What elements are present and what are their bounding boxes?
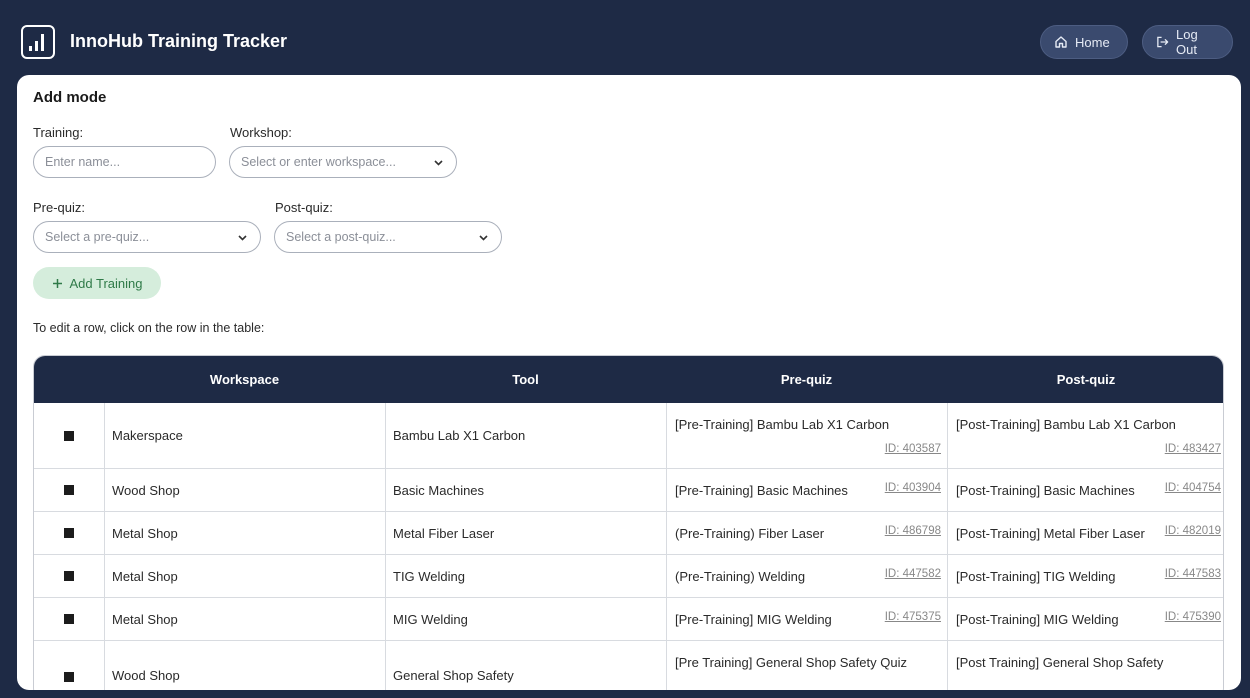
tool-cell: General Shop Safety (393, 668, 514, 683)
prequiz-id[interactable]: ID: 403587 (885, 443, 941, 455)
workshop-select[interactable]: Select or enter workspace... (229, 146, 457, 178)
workspace-cell: Metal Shop (112, 526, 178, 541)
training-name-input[interactable]: Enter name... (33, 146, 216, 178)
tool-cell: Basic Machines (393, 483, 485, 498)
tool-cell: TIG Welding (393, 569, 466, 584)
postquiz-id[interactable]: ID: 482019 (1165, 525, 1221, 537)
main-card: Add mode Training: Enter name... Worksho… (17, 75, 1241, 690)
row-checkbox[interactable] (64, 614, 74, 624)
table-header: Workspace Tool Pre-quiz Post-quiz (34, 356, 1223, 403)
workspace-cell: Wood Shop (112, 483, 180, 498)
logout-label: Log Out (1176, 27, 1198, 57)
prequiz-cell: [Pre Training] General Shop Safety Quiz (675, 655, 907, 670)
table-row[interactable]: Wood Shop General Shop Safety [Pre Train… (34, 641, 1223, 690)
prequiz-id[interactable]: ID: 447582 (885, 568, 941, 580)
postquiz-id[interactable]: ID: 447583 (1165, 568, 1221, 580)
postquiz-placeholder: Select a post-quiz... (286, 230, 396, 244)
prequiz-cell: [Pre-Training] MIG Welding (675, 612, 832, 627)
training-label: Training: (33, 125, 84, 140)
prequiz-cell: (Pre-Training) Fiber Laser (675, 526, 825, 541)
row-checkbox[interactable] (64, 571, 74, 581)
prequiz-cell: [Pre-Training] Bambu Lab X1 Carbon (675, 417, 890, 432)
table-row[interactable]: Metal Shop Metal Fiber Laser (Pre-Traini… (34, 512, 1223, 555)
table-row[interactable]: Metal Shop MIG Welding [Pre-Training] MI… (34, 598, 1223, 641)
tool-cell: MIG Welding (393, 612, 468, 627)
logout-button[interactable]: Log Out (1142, 25, 1233, 59)
add-training-label: Add Training (69, 275, 143, 291)
postquiz-cell: [Post Training] General Shop Safety (956, 655, 1164, 670)
add-training-button[interactable]: Add Training (33, 267, 161, 299)
table-row[interactable]: Metal Shop TIG Welding (Pre-Training) We… (34, 555, 1223, 598)
edit-hint: To edit a row, click on the row in the t… (33, 321, 265, 335)
postquiz-cell: [Post-Training] Metal Fiber Laser (956, 526, 1145, 541)
prequiz-label: Pre-quiz: (33, 200, 86, 215)
tool-cell: Metal Fiber Laser (393, 526, 495, 541)
row-checkbox[interactable] (64, 672, 74, 682)
column-header-tool: Tool (512, 372, 539, 387)
workshop-label: Workshop: (230, 125, 292, 140)
table-row[interactable]: Makerspace Bambu Lab X1 Carbon [Pre-Trai… (34, 403, 1223, 469)
postquiz-label: Post-quiz: (275, 200, 333, 215)
row-checkbox[interactable] (64, 431, 74, 441)
trainings-table: Workspace Tool Pre-quiz Post-quiz Makers… (33, 355, 1224, 690)
row-checkbox[interactable] (64, 485, 74, 495)
prequiz-select[interactable]: Select a pre-quiz... (33, 221, 261, 253)
postquiz-id[interactable]: ID: 483427 (1165, 443, 1221, 455)
mode-title: Add mode (33, 89, 107, 106)
prequiz-id[interactable]: ID: 403904 (885, 482, 941, 494)
postquiz-cell: [Post-Training] Bambu Lab X1 Carbon (956, 417, 1176, 432)
plus-icon (52, 278, 62, 288)
tool-cell: Bambu Lab X1 Carbon (393, 428, 526, 443)
column-header-prequiz: Pre-quiz (780, 372, 833, 387)
postquiz-cell: [Post-Training] MIG Welding (956, 612, 1119, 627)
prequiz-cell: (Pre-Training) Welding (675, 569, 806, 584)
postquiz-cell: [Post-Training] Basic Machines (956, 483, 1135, 498)
postquiz-id[interactable]: ID: 404754 (1165, 482, 1221, 494)
table-row[interactable]: Wood Shop Basic Machines [Pre-Training] … (34, 469, 1223, 512)
workspace-cell: Wood Shop (112, 668, 180, 683)
home-button[interactable]: Home (1040, 25, 1128, 59)
prequiz-id[interactable]: ID: 486798 (885, 525, 941, 537)
workspace-cell: Metal Shop (112, 569, 178, 584)
workshop-placeholder: Select or enter workspace... (241, 155, 396, 169)
home-label: Home (1075, 34, 1110, 50)
prequiz-id[interactable]: ID: 475375 (885, 611, 941, 623)
chevron-down-icon (479, 235, 488, 241)
column-header-postquiz: Post-quiz (1056, 372, 1116, 387)
row-checkbox[interactable] (64, 528, 74, 538)
training-placeholder: Enter name... (45, 155, 121, 169)
chevron-down-icon (434, 160, 443, 166)
chevron-down-icon (238, 235, 247, 241)
home-icon (1055, 36, 1067, 48)
postquiz-select[interactable]: Select a post-quiz... (274, 221, 502, 253)
postquiz-cell: [Post-Training] TIG Welding (956, 569, 1116, 584)
bar-chart-logo-icon (21, 25, 55, 59)
prequiz-cell: [Pre-Training] Basic Machines (675, 483, 848, 498)
app-title: InnoHub Training Tracker (70, 31, 288, 51)
column-header-workspace: Workspace (209, 372, 280, 387)
workspace-cell: Makerspace (112, 428, 183, 443)
prequiz-placeholder: Select a pre-quiz... (45, 230, 150, 244)
logout-icon (1157, 36, 1169, 48)
workspace-cell: Metal Shop (112, 612, 178, 627)
postquiz-id[interactable]: ID: 475390 (1165, 611, 1221, 623)
